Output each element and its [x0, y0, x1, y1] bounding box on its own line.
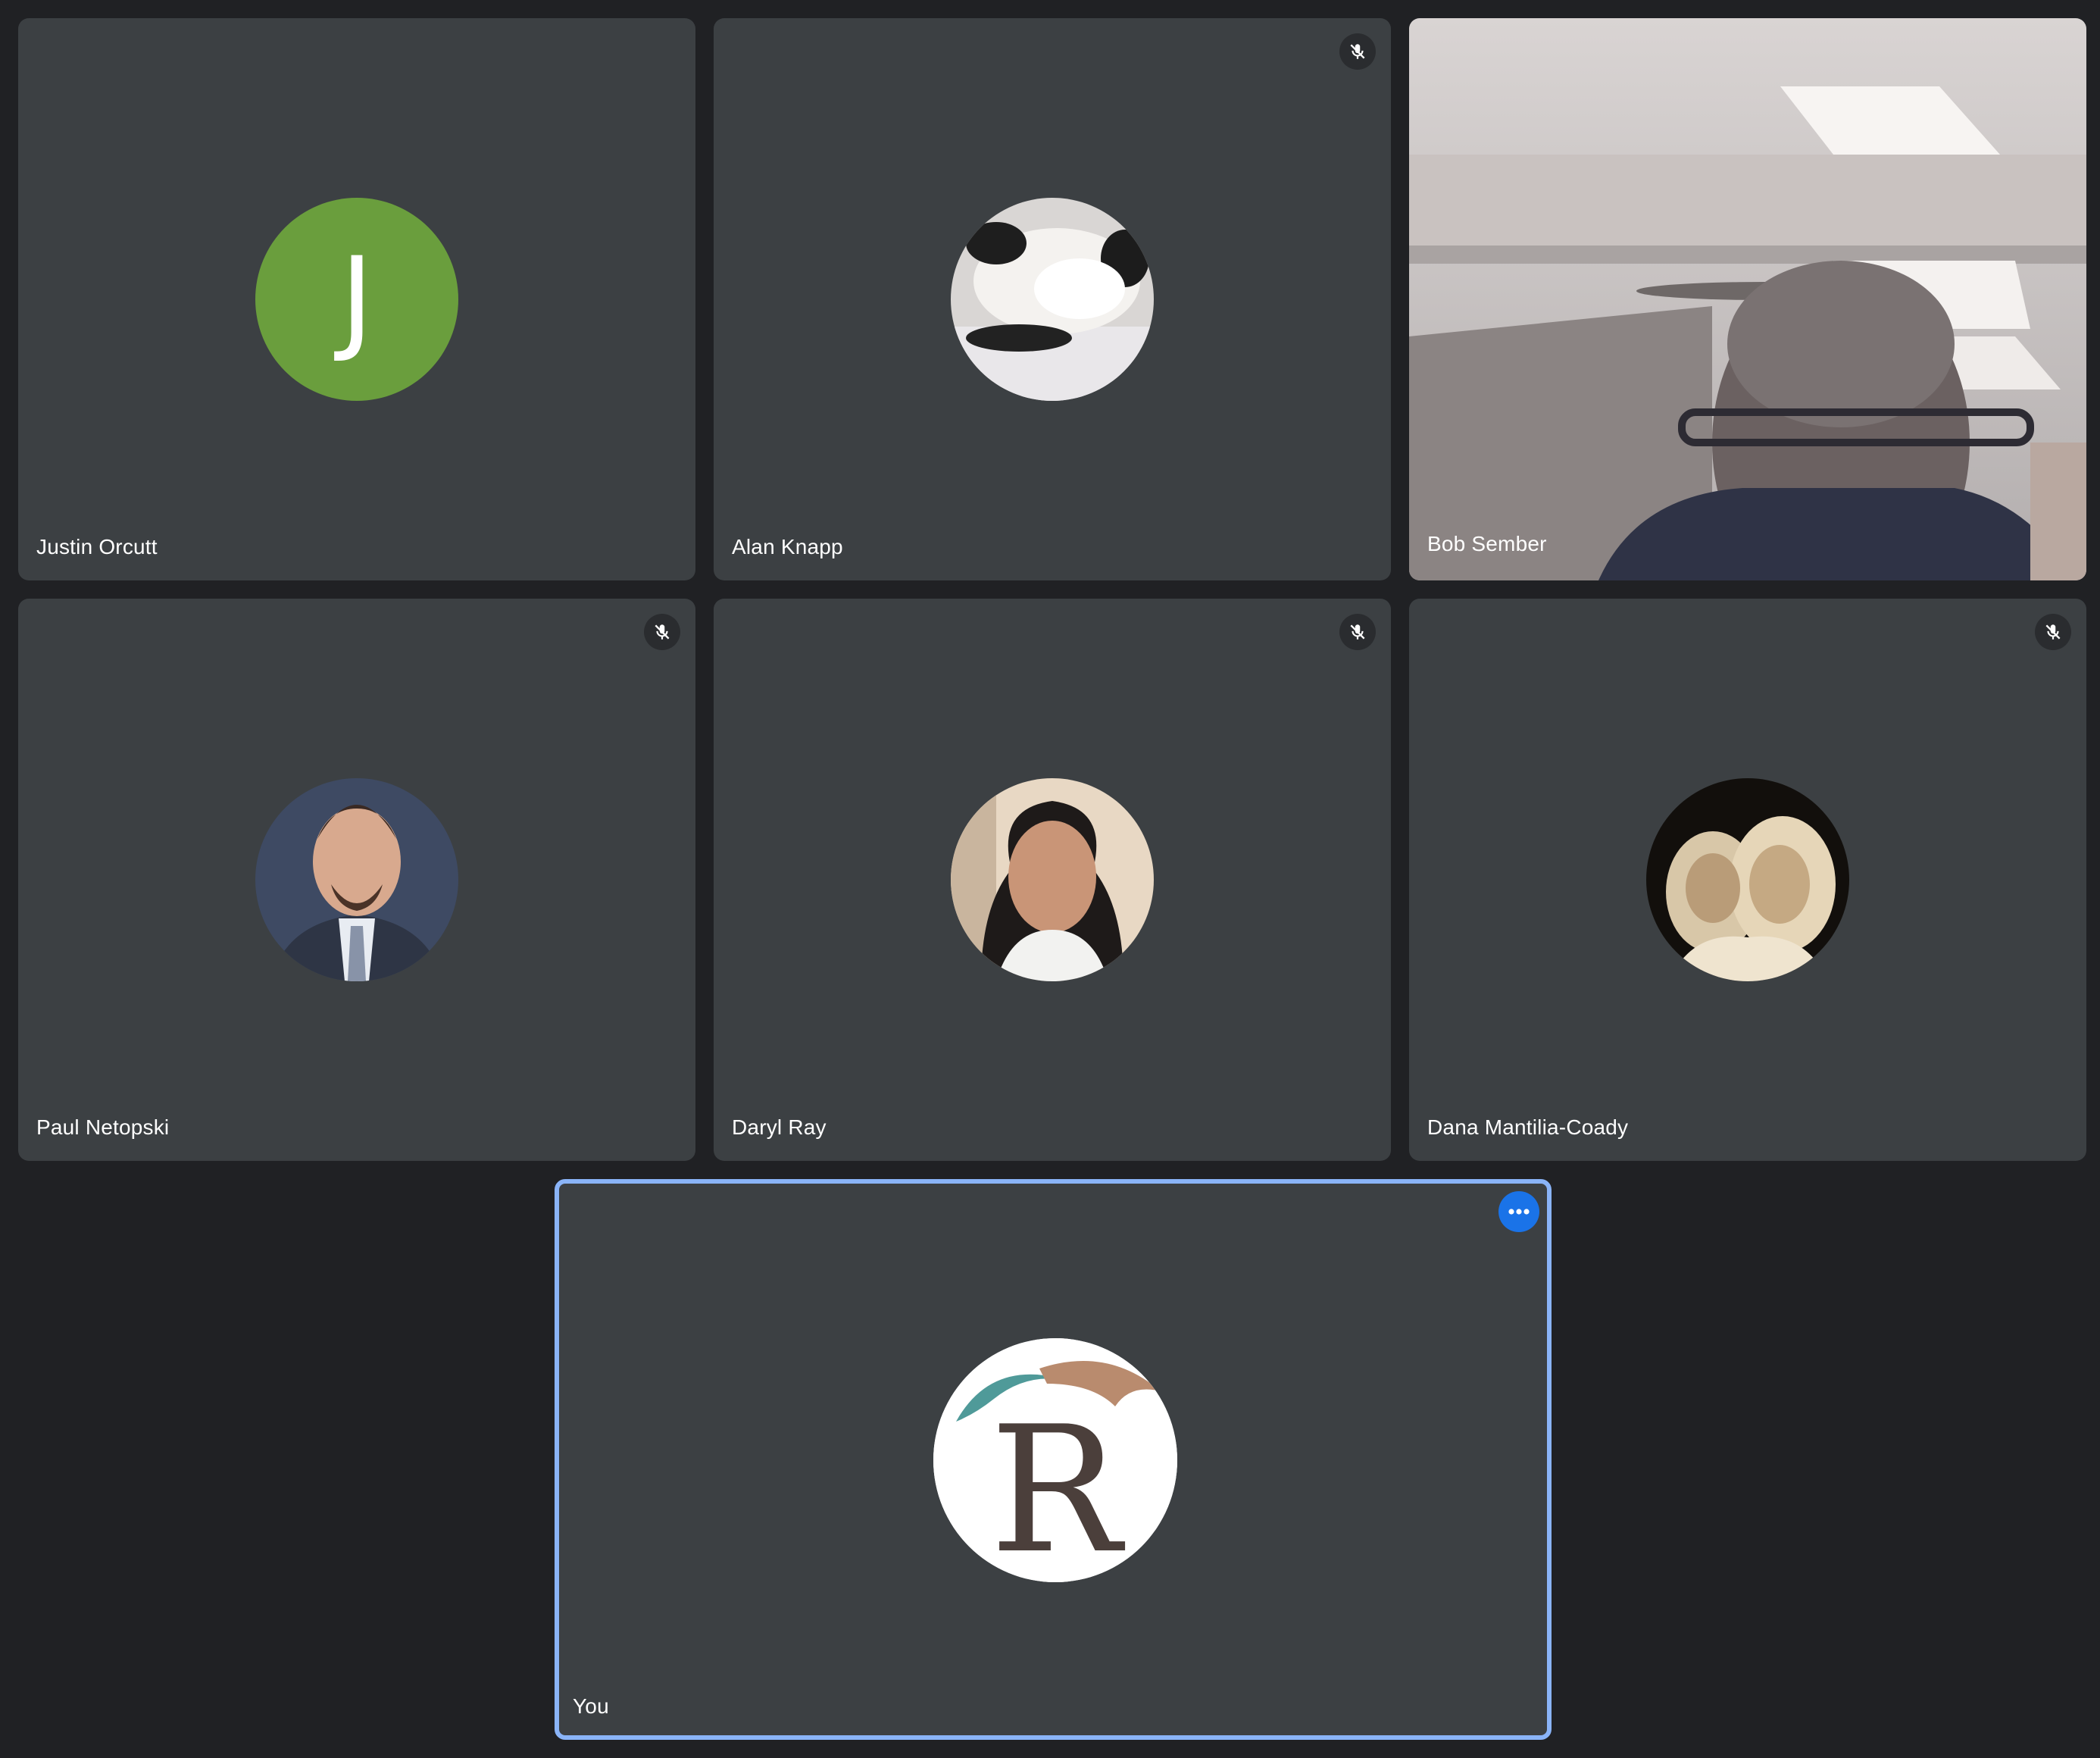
participant-photo-avatar [951, 198, 1154, 401]
mic-off-icon [2035, 614, 2071, 650]
participant-name: Bob Sember [1427, 532, 1547, 555]
participant-name: Daryl Ray [732, 1115, 827, 1139]
more-horiz-icon [1508, 1209, 1530, 1215]
participant-name: Paul Netopski [36, 1115, 170, 1139]
participant-tile-paul-netopski[interactable]: Paul Netopski [18, 599, 695, 1161]
participant-name: Alan Knapp [732, 535, 843, 558]
participant-name: Justin Orcutt [36, 535, 158, 558]
participant-initial-avatar: J [255, 198, 458, 401]
participant-photo-avatar [255, 778, 458, 981]
avatar-initial: J [339, 233, 374, 365]
self-logo-avatar: R [933, 1338, 1177, 1582]
participant-tile-dana-mantilia-coady[interactable]: Dana Mantilia-Coady [1409, 599, 2086, 1161]
participant-video-feed [1409, 18, 2086, 580]
participant-tile-bob-sember[interactable]: Bob Sember [1409, 18, 2086, 580]
participant-tile-alan-knapp[interactable]: Alan Knapp [714, 18, 1391, 580]
self-tile[interactable]: R You [555, 1179, 1552, 1740]
self-name: You [573, 1694, 609, 1718]
participant-photo-avatar [1646, 778, 1849, 981]
participant-tile-justin-orcutt[interactable]: J Justin Orcutt [18, 18, 695, 580]
mic-off-icon [1339, 614, 1376, 650]
mic-off-icon [644, 614, 680, 650]
participant-name: Dana Mantilia-Coady [1427, 1115, 1629, 1139]
meeting-grid: J Justin Orcutt Alan Knapp Bob Sember Pa… [0, 0, 2100, 1758]
more-options-button[interactable] [1498, 1191, 1539, 1232]
participant-photo-avatar [951, 778, 1154, 981]
mic-off-icon [1339, 33, 1376, 70]
participant-tile-daryl-ray[interactable]: Daryl Ray [714, 599, 1391, 1161]
logo-letter: R [989, 1390, 1125, 1582]
